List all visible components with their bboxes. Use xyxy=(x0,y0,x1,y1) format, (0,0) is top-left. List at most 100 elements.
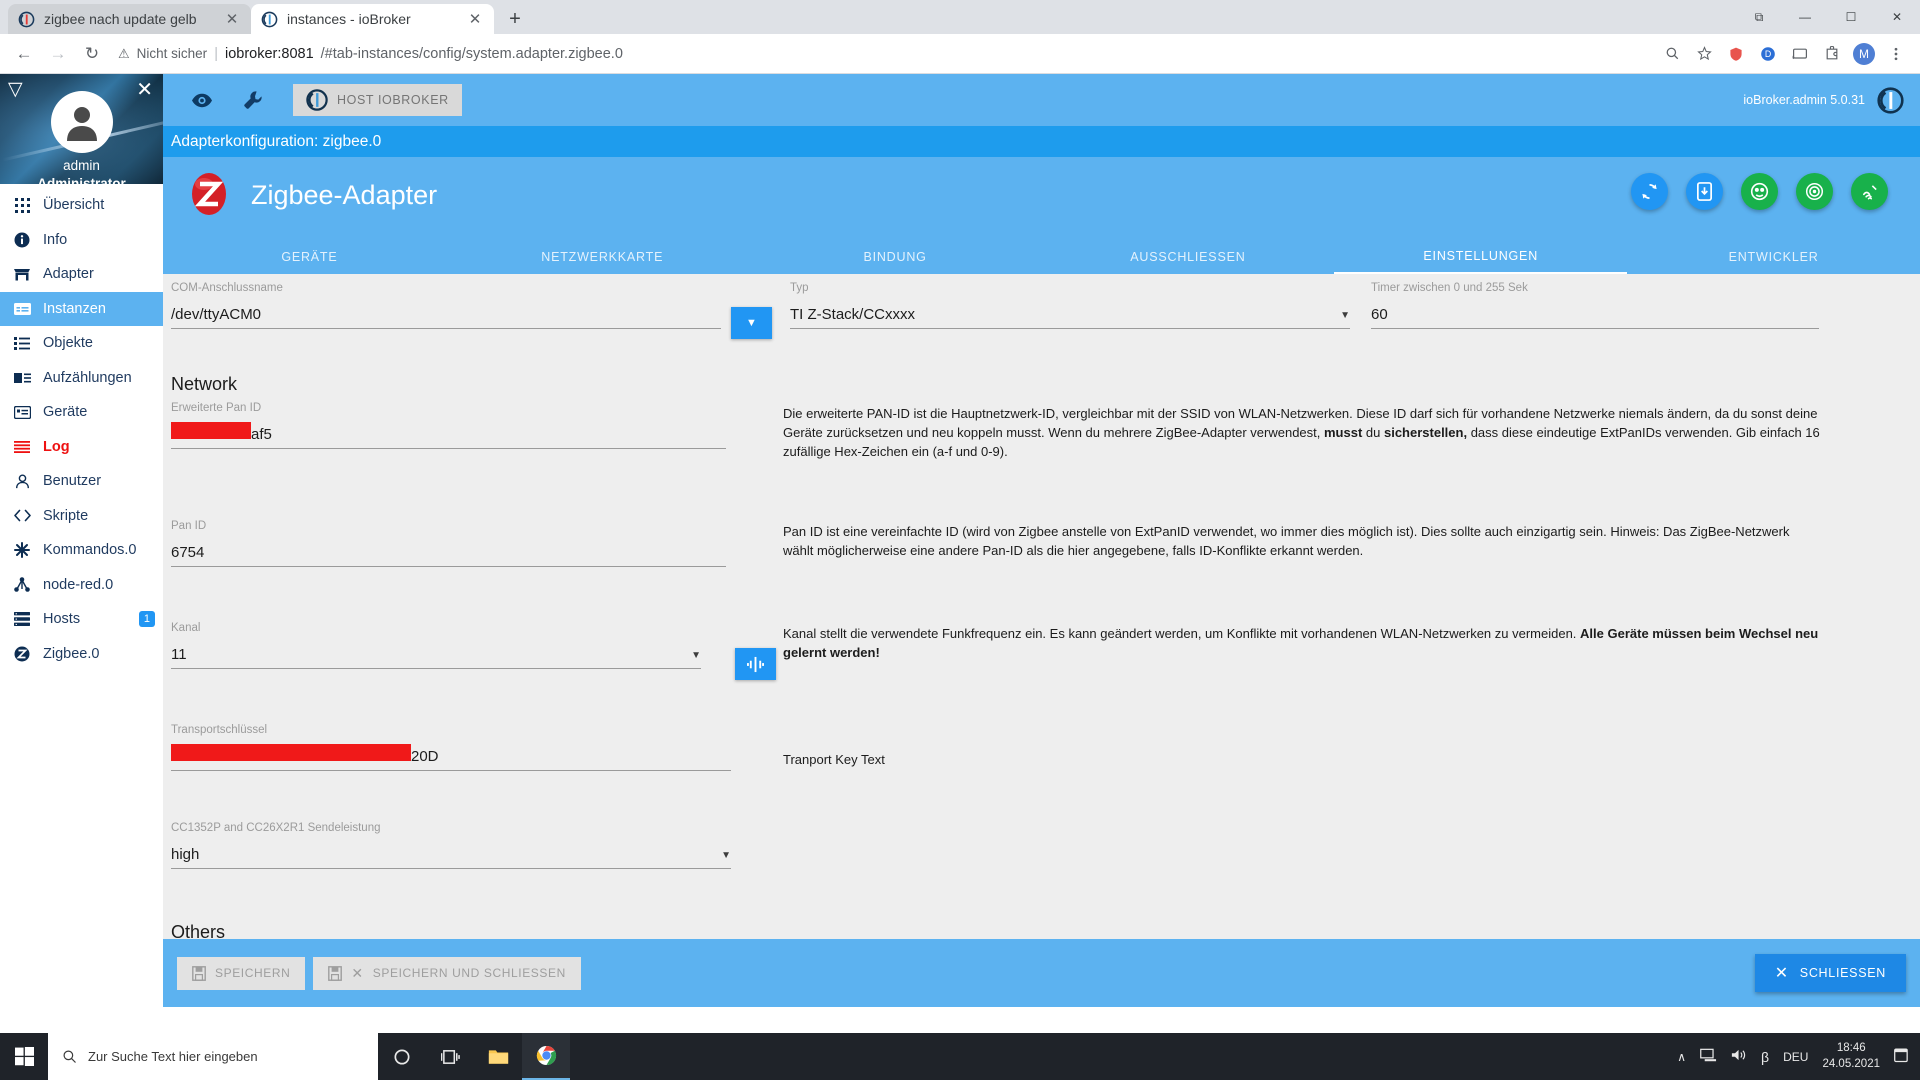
task-view-icon[interactable] xyxy=(426,1033,474,1080)
tx-power-value[interactable]: high ▼ xyxy=(171,843,731,869)
tab-einstellungen[interactable]: EINSTELLUNGEN xyxy=(1334,240,1628,274)
sidebar-item-instanzen[interactable]: Instanzen xyxy=(0,291,163,326)
devices-icon xyxy=(12,405,32,419)
tab-netzwerkkarte[interactable]: NETZWERKKARTE xyxy=(456,240,749,274)
type-value[interactable]: TI Z-Stack/CCxxxx ▼ xyxy=(790,303,1350,329)
sidebar-item-objekte[interactable]: Objekte xyxy=(0,326,163,361)
browser-toolbar-icons: D M xyxy=(1658,40,1912,68)
sidebar-collapse-icon[interactable]: ▽ xyxy=(8,78,23,101)
cast-icon[interactable] xyxy=(1786,40,1814,68)
tray-bluetooth-icon[interactable]: β xyxy=(1761,1049,1769,1065)
taskbar-search[interactable]: Zur Suche Text hier eingeben xyxy=(48,1033,378,1080)
chevron-down-icon: ▼ xyxy=(746,317,757,329)
channel-value[interactable]: 11 ▼ xyxy=(171,643,701,669)
tx-power-field[interactable]: CC1352P and CC26X2R1 Sendeleistung high … xyxy=(171,822,731,869)
host-chip[interactable]: HOST IOBROKER xyxy=(293,84,462,116)
pairing-refresh-button[interactable] xyxy=(1631,173,1668,210)
type-field[interactable]: Typ TI Z-Stack/CCxxxx ▼ xyxy=(790,282,1350,329)
tab-entwickler[interactable]: ENTWICKLER xyxy=(1627,240,1920,274)
window-restore-icon[interactable]: ⧉ xyxy=(1736,1,1782,33)
timer-field[interactable]: Timer zwischen 0 und 255 Sek 60 xyxy=(1371,282,1819,329)
eye-icon[interactable] xyxy=(191,93,213,108)
save-and-close-button[interactable]: ✕ SPEICHERN UND SCHLIESSEN xyxy=(313,956,581,990)
sidebar-item-info[interactable]: Info xyxy=(0,223,163,258)
security-label: Nicht sicher xyxy=(136,46,208,61)
browser-tab-1[interactable]: zigbee nach update gelb ✕ xyxy=(8,4,251,34)
sidebar-item-benutzer[interactable]: Benutzer xyxy=(0,464,163,499)
address-bar[interactable]: ⚠ Nicht sicher | iobroker:8081 /#tab-inst… xyxy=(118,40,1648,68)
sidebar-close-icon[interactable]: ✕ xyxy=(136,77,153,102)
profile-avatar[interactable]: M xyxy=(1850,40,1878,68)
cortana-icon[interactable] xyxy=(378,1033,426,1080)
tray-chevron-icon[interactable]: ∧ xyxy=(1677,1050,1686,1064)
chrome-icon[interactable] xyxy=(522,1033,570,1080)
com-port-field[interactable]: COM-Anschlussname /dev/ttyACM0 xyxy=(171,282,721,329)
sidebar-item-log[interactable]: Log xyxy=(0,430,163,465)
pan-id-field[interactable]: Pan ID 6754 xyxy=(171,520,726,567)
sidebar-item-skripte[interactable]: Skripte xyxy=(0,499,163,534)
browser-tab-bar: zigbee nach update gelb ✕ instances - io… xyxy=(0,0,1920,34)
taskbar-clock[interactable]: 18:46 24.05.2021 xyxy=(1822,1041,1880,1072)
sidebar-item-uebersicht[interactable]: Übersicht xyxy=(0,188,163,223)
browser-tab-2-close-icon[interactable]: ✕ xyxy=(466,10,484,28)
ext-pan-id-field[interactable]: Erweiterte Pan ID af5 xyxy=(171,402,726,449)
extension-d-icon[interactable]: D xyxy=(1754,40,1782,68)
sidebar-item-label: Zigbee.0 xyxy=(43,645,100,662)
main-content: HOST IOBROKER ioBroker.admin 5.0.31 Adap… xyxy=(163,74,1920,1007)
tray-network-icon[interactable] xyxy=(1700,1048,1717,1065)
file-explorer-icon[interactable] xyxy=(474,1033,522,1080)
menu-icon[interactable] xyxy=(1882,40,1910,68)
tab-bindung[interactable]: BINDUNG xyxy=(749,240,1042,274)
new-tab-button[interactable]: + xyxy=(500,4,530,34)
reload-icon[interactable]: ↻ xyxy=(76,38,108,70)
code-icon xyxy=(12,509,32,522)
sidebar-item-zigbee[interactable]: Zigbee.0 xyxy=(0,637,163,672)
com-port-value[interactable]: /dev/ttyACM0 xyxy=(171,303,721,329)
ext-pan-id-desc-bold2: sicherstellen, xyxy=(1383,425,1468,441)
com-port-dropdown-button[interactable]: ▼ xyxy=(731,307,772,339)
window-minimize-button[interactable]: — xyxy=(1782,1,1828,33)
window-maximize-button[interactable]: ☐ xyxy=(1828,1,1874,33)
sidebar-item-label: Geräte xyxy=(43,404,88,421)
sidebar-item-hosts[interactable]: Hosts 1 xyxy=(0,602,163,637)
sidebar-item-kommandos[interactable]: Kommandos.0 xyxy=(0,533,163,568)
forward-icon[interactable]: → xyxy=(42,38,74,70)
tray-language-indicator[interactable]: DEU xyxy=(1783,1050,1808,1064)
action-center-icon[interactable] xyxy=(1894,1047,1910,1066)
sidebar-item-geraete[interactable]: Geräte xyxy=(0,395,163,430)
back-icon[interactable]: ← xyxy=(8,38,40,70)
channel-scan-button[interactable] xyxy=(735,648,776,680)
browser-tab-1-close-icon[interactable]: ✕ xyxy=(223,10,241,28)
tab-ausschliessen[interactable]: AUSSCHLIESSEN xyxy=(1041,240,1334,274)
store-icon xyxy=(12,267,32,281)
timer-value[interactable]: 60 xyxy=(1371,303,1819,329)
sidebar-item-node-red[interactable]: node-red.0 xyxy=(0,568,163,603)
ext-pan-id-value[interactable]: af5 xyxy=(171,422,726,449)
sidebar-item-adapter[interactable]: Adapter xyxy=(0,257,163,292)
settings-form: COM-Anschlussname /dev/ttyACM0 ▼ Typ TI … xyxy=(163,274,1920,939)
channel-field[interactable]: Kanal 11 ▼ xyxy=(171,622,701,669)
touchlink-button[interactable] xyxy=(1741,173,1778,210)
channel-description: Kanal stellt die verwendete Funkfrequenz… xyxy=(783,624,1823,662)
tab-geraete[interactable]: GERÄTE xyxy=(163,240,456,274)
ota-update-button[interactable] xyxy=(1686,173,1723,210)
tray-volume-icon[interactable] xyxy=(1731,1048,1747,1065)
wrench-icon[interactable] xyxy=(243,90,263,110)
save-button[interactable]: SPEICHERN xyxy=(177,956,306,990)
browser-tab-2[interactable]: instances - ioBroker ✕ xyxy=(251,4,494,34)
pan-id-value[interactable]: 6754 xyxy=(171,541,726,567)
channel-label: Kanal xyxy=(171,622,201,634)
network-scan-button[interactable] xyxy=(1796,173,1833,210)
puzzle-icon[interactable] xyxy=(1818,40,1846,68)
shield-icon[interactable] xyxy=(1722,40,1750,68)
search-icon[interactable] xyxy=(1658,40,1686,68)
transport-key-field[interactable]: Transportschlüssel 20D xyxy=(171,724,731,771)
redaction-bar xyxy=(171,422,251,439)
bookmark-star-icon[interactable] xyxy=(1690,40,1718,68)
signal-button[interactable] xyxy=(1851,173,1888,210)
start-button[interactable] xyxy=(0,1033,48,1080)
sidebar-item-aufzaehlungen[interactable]: Aufzählungen xyxy=(0,361,163,396)
window-close-button[interactable]: ✕ xyxy=(1874,1,1920,33)
transport-key-value[interactable]: 20D xyxy=(171,744,731,771)
close-button[interactable]: ✕ SCHLIESSEN xyxy=(1754,954,1906,992)
